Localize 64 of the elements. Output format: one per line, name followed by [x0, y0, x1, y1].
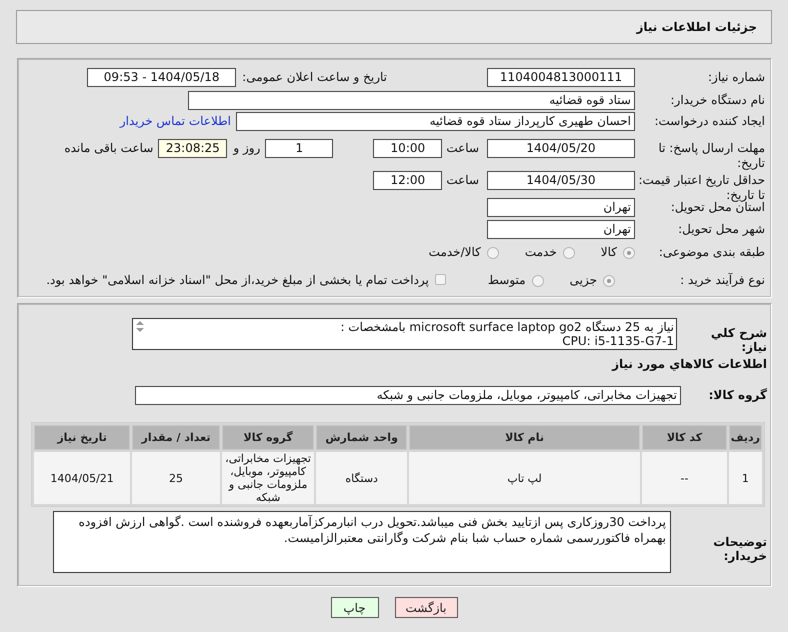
- date-field[interactable]: 1404/05/30: [487, 171, 635, 190]
- section-title: اطلاعات کالاهاي مورد نياز: [610, 356, 768, 373]
- field-label: تاریخ و ساعت اعلان عمومی:: [242, 69, 387, 86]
- summary-line: نیاز به 25 دستگاه microsoft surface laptop go2 بامشخصات :: [339, 320, 674, 334]
- field-label: طبقه بندی موضوعی:: [658, 244, 766, 260]
- back-button[interactable]: بازگشت: [394, 597, 458, 618]
- contact-link[interactable]: اطلاعات تماس خریدار: [120, 112, 231, 131]
- radio-button[interactable]: [623, 247, 635, 259]
- option-label: متوسط: [488, 272, 526, 289]
- city-field[interactable]: تهران: [487, 220, 635, 239]
- field-label: نام دستگاه خریدار:: [670, 92, 766, 108]
- announce-date-field[interactable]: 1404/05/18 - 09:53: [87, 68, 236, 87]
- days-field[interactable]: 1: [265, 139, 334, 158]
- time-field[interactable]: 12:00: [373, 171, 442, 190]
- column-header: نام کالا: [408, 425, 640, 450]
- radio-button[interactable]: [603, 275, 615, 287]
- table-cell: دستگاه: [316, 452, 407, 504]
- table-cell: لپ تاپ: [408, 452, 640, 504]
- field-label: روز و: [233, 140, 260, 157]
- field-label: حداقل تاریخ اعتبار قیمت: تا تاریخ:: [637, 172, 766, 202]
- field-label: ساعت: [446, 172, 479, 189]
- field-label: گروه کالا:: [708, 387, 768, 404]
- table-cell: 25: [132, 452, 220, 504]
- table-cell: تجهیزات مخابراتی، کامپیوتر، موبایل، ملزومات جانبی و شبکه: [222, 452, 314, 504]
- column-header: تعداد / مقدار: [132, 425, 220, 450]
- date-field[interactable]: 1404/05/20: [487, 139, 635, 158]
- field-label: شماره نیاز:: [707, 69, 766, 85]
- radio-button[interactable]: [486, 247, 499, 259]
- print-button[interactable]: چاپ: [330, 597, 378, 618]
- table-cell: 1404/05/21: [34, 452, 130, 504]
- field-label: ایجاد کننده درخواست:: [653, 113, 766, 129]
- column-header: تاریخ نیاز: [34, 425, 130, 450]
- field-label: شرح کلي نياز:: [710, 325, 768, 354]
- table-cell: --: [642, 452, 727, 504]
- column-header: ردیف: [728, 425, 762, 450]
- option-label: کالا: [600, 244, 617, 261]
- radio-button[interactable]: [532, 275, 544, 287]
- checkbox[interactable]: [434, 274, 446, 285]
- table-cell: 1: [728, 452, 762, 504]
- checkbox-label: پرداخت تمام یا بخشی از مبلغ خرید،از محل "اسناد خزانه اسلامی" خواهد بود.: [46, 272, 429, 289]
- scroll-arrows-icon[interactable]: [136, 321, 144, 332]
- buyer-notes-field[interactable]: پرداخت 30روزکاری پس ازتایید بخش فنی میباشد.تحویل درب انبارمرکزآماربعهده فروشنده است .گواهی ارزش افزوده بهمراه فاکتوررسمی شماره حساب شبا بنام شرکت وگارانتی معتبرالزامیست.: [53, 511, 671, 573]
- column-header: کد کالا: [642, 425, 727, 450]
- option-label: کالا/خدمت: [428, 244, 481, 261]
- need-number-field[interactable]: 1104004813000111: [487, 68, 635, 87]
- buyer-org-field[interactable]: ستاد قوه قضائیه: [188, 91, 635, 110]
- option-label: جزیی: [570, 272, 597, 289]
- column-header: گروه کالا: [222, 425, 314, 450]
- field-label: ساعت باقی مانده: [64, 140, 154, 157]
- column-header: واحد شمارش: [316, 425, 407, 450]
- province-field[interactable]: تهران: [487, 198, 635, 217]
- option-label: خدمت: [524, 244, 557, 261]
- field-label: شهر محل تحویل:: [677, 221, 766, 237]
- remaining-time-field[interactable]: 23:08:25: [158, 139, 228, 158]
- time-field[interactable]: 10:00: [373, 139, 442, 158]
- page-title: جزئیات اطلاعات نیاز: [636, 20, 757, 34]
- field-label: ساعت: [446, 140, 479, 157]
- radio-button[interactable]: [562, 247, 575, 259]
- field-label: مهلت ارسال پاسخ: تا تاریخ:: [657, 140, 766, 171]
- goods-group-field[interactable]: تجهیزات مخابراتی، کامپیوتر، موبایل، ملزومات جانبی و شبکه: [135, 386, 681, 405]
- requester-field[interactable]: احسان طهیری کارپرداز ستاد قوه قضائیه: [236, 112, 635, 131]
- field-label: توضیحات خریدار:: [712, 534, 768, 563]
- summary-line: CPU: i5-1135-G7-1: [561, 334, 674, 348]
- field-label: نوع فرآیند خرید :: [679, 272, 766, 288]
